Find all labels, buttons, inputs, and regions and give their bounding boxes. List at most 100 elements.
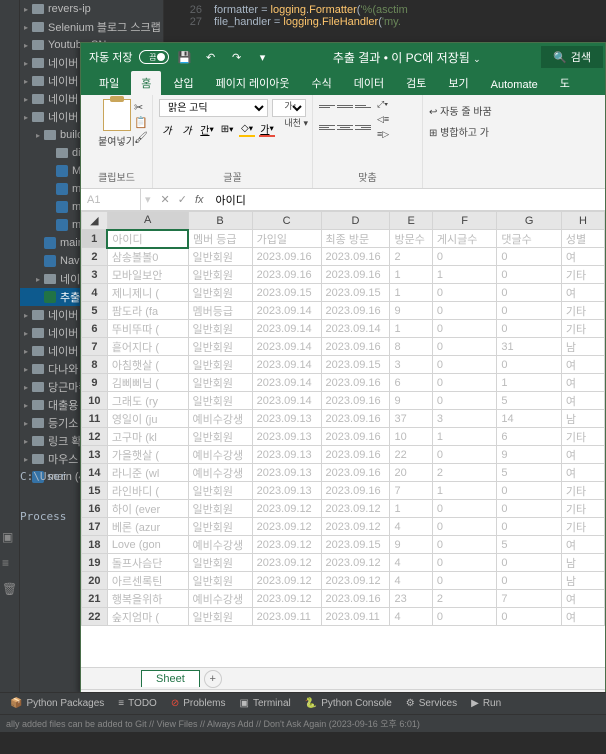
cell[interactable]: 9 [390, 536, 432, 554]
cell[interactable]: 4 [390, 518, 432, 536]
cell[interactable]: 2023.09.16 [321, 446, 390, 464]
align-top[interactable] [319, 99, 335, 113]
cell[interactable]: 2023.09.14 [252, 302, 321, 320]
cell[interactable]: 2 [432, 464, 497, 482]
align-bottom[interactable] [355, 99, 371, 113]
cell[interactable]: 0 [432, 446, 497, 464]
cell[interactable]: 0 [497, 248, 562, 266]
cell[interactable]: 가을햇살 ( [107, 446, 188, 464]
row-header[interactable]: 5 [82, 302, 108, 320]
cell[interactable]: 2023.09.16 [321, 482, 390, 500]
enter-icon[interactable]: ✓ [178, 193, 187, 206]
cell[interactable]: 0 [497, 320, 562, 338]
column-header[interactable]: B [188, 212, 252, 230]
cell[interactable]: 일반회원 [188, 338, 252, 356]
cell[interactable]: 기타 [561, 518, 604, 536]
column-header[interactable]: F [432, 212, 497, 230]
cell[interactable]: 0 [432, 500, 497, 518]
cell[interactable]: 예비수강생 [188, 536, 252, 554]
column-header[interactable]: C [252, 212, 321, 230]
qa-dropdown-icon[interactable]: ▾ [253, 47, 273, 67]
cell[interactable]: 3 [390, 356, 432, 374]
cell[interactable]: 댓글수 [497, 230, 562, 248]
cell[interactable]: 기타 [561, 302, 604, 320]
row-header[interactable]: 9 [82, 374, 108, 392]
cell[interactable]: 2023.09.16 [321, 428, 390, 446]
select-all-corner[interactable]: ◢ [82, 212, 108, 230]
cell[interactable]: 2023.09.12 [321, 572, 390, 590]
cell[interactable]: 2 [390, 248, 432, 266]
cell[interactable]: 여 [561, 536, 604, 554]
cell[interactable]: 2023.09.12 [321, 500, 390, 518]
font-color-button[interactable]: 가▾ [259, 121, 275, 137]
column-header[interactable]: E [390, 212, 432, 230]
cell[interactable]: 예비수강생 [188, 464, 252, 482]
cell[interactable]: 흩어지다 ( [107, 338, 188, 356]
cell[interactable]: 9 [390, 302, 432, 320]
row-header[interactable]: 4 [82, 284, 108, 302]
cell[interactable]: 여 [561, 392, 604, 410]
tab-services[interactable]: ⚙ Services [406, 698, 457, 709]
cell[interactable]: 2023.09.14 [252, 320, 321, 338]
cell[interactable]: 2023.09.12 [252, 536, 321, 554]
cell[interactable]: 5 [497, 464, 562, 482]
cell[interactable]: 라인바디 ( [107, 482, 188, 500]
cell[interactable]: 최종 방문 [321, 230, 390, 248]
cell[interactable]: 2023.09.14 [252, 338, 321, 356]
cell[interactable]: 4 [390, 608, 432, 626]
row-header[interactable]: 8 [82, 356, 108, 374]
cell[interactable]: 2023.09.15 [321, 284, 390, 302]
cell[interactable]: 여 [561, 284, 604, 302]
cell[interactable]: 게시글수 [432, 230, 497, 248]
cell[interactable]: 2023.09.12 [252, 590, 321, 608]
phonetic-icon[interactable]: 내천 ▾ [284, 116, 308, 129]
cell[interactable]: 0 [497, 518, 562, 536]
cell[interactable]: 1 [432, 428, 497, 446]
cell[interactable]: 6 [390, 374, 432, 392]
cell[interactable]: 2023.09.13 [252, 464, 321, 482]
cell[interactable]: 2023.09.16 [321, 392, 390, 410]
cell[interactable]: 일반회원 [188, 284, 252, 302]
cell[interactable]: 2023.09.14 [252, 374, 321, 392]
row-header[interactable]: 10 [82, 392, 108, 410]
cell[interactable]: 라니준 (wl [107, 464, 188, 482]
cell[interactable]: 0 [432, 536, 497, 554]
cell[interactable]: 0 [432, 284, 497, 302]
cell[interactable]: 0 [497, 500, 562, 518]
cell[interactable]: 2023.09.14 [321, 320, 390, 338]
sheet-tab[interactable]: Sheet [141, 670, 200, 687]
cell[interactable]: 2023.09.16 [321, 266, 390, 284]
cell[interactable]: 일반회원 [188, 266, 252, 284]
cell[interactable]: 0 [432, 374, 497, 392]
cell[interactable]: Love (gon [107, 536, 188, 554]
cell[interactable]: 10 [390, 428, 432, 446]
cell[interactable]: 2023.09.16 [321, 590, 390, 608]
cell[interactable]: 0 [432, 302, 497, 320]
cell[interactable]: 1 [390, 266, 432, 284]
row-header[interactable]: 14 [82, 464, 108, 482]
cell[interactable]: 0 [497, 608, 562, 626]
cell[interactable]: 팜도라 (fa [107, 302, 188, 320]
cell[interactable]: 일반회원 [188, 248, 252, 266]
cell[interactable]: 1 [497, 374, 562, 392]
cell[interactable]: 예비수강생 [188, 410, 252, 428]
ribbon-tab[interactable]: 파일 [89, 71, 129, 95]
cell[interactable]: 2023.09.16 [321, 464, 390, 482]
ribbon-tab[interactable]: Automate [481, 75, 548, 95]
run-tool-icons[interactable]: ▣≡🗑 [2, 530, 17, 596]
border-button[interactable]: ⊞▾ [219, 121, 235, 137]
cell[interactable]: 하이 (ever [107, 500, 188, 518]
cell[interactable]: 0 [432, 338, 497, 356]
increase-font-icon[interactable]: 가↑ [284, 99, 308, 112]
cell[interactable]: 2023.09.16 [252, 248, 321, 266]
row-header[interactable]: 11 [82, 410, 108, 428]
cell[interactable]: 31 [497, 338, 562, 356]
cell[interactable]: 2023.09.15 [321, 356, 390, 374]
italic-button[interactable]: 가 [179, 121, 195, 137]
cell[interactable]: 멤버등급 [188, 302, 252, 320]
cell[interactable]: 0 [432, 320, 497, 338]
cell[interactable]: 여 [561, 356, 604, 374]
formula-input[interactable] [210, 194, 605, 206]
underline-button[interactable]: 간▾ [199, 121, 215, 137]
cell[interactable]: 고구마 (kl [107, 428, 188, 446]
